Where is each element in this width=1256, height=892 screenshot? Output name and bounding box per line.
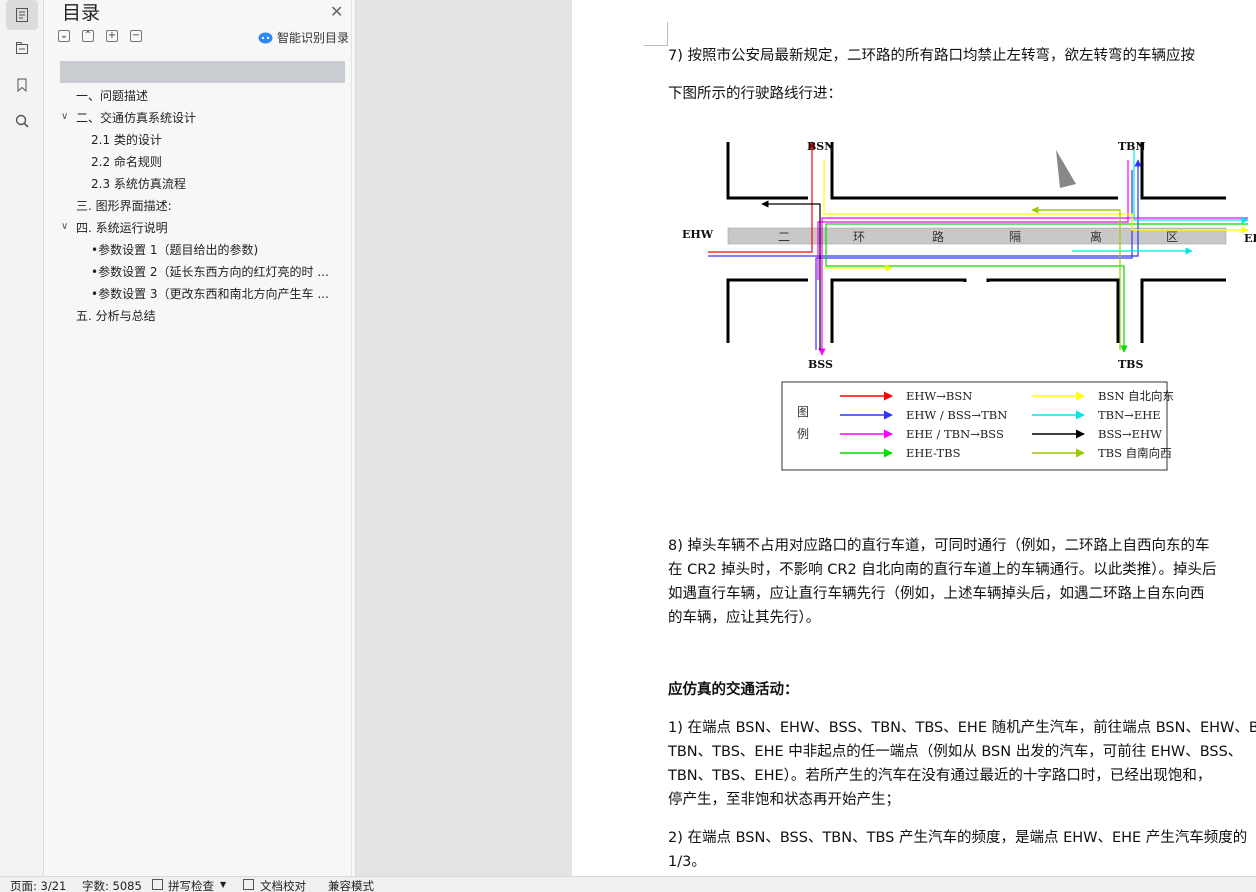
- divider-char: 离: [1090, 229, 1102, 244]
- expand-up-icon[interactable]: ⌃: [82, 30, 94, 42]
- toc-item[interactable]: •参数设置 3（更改东西和南北方向产生车 ...: [91, 285, 329, 302]
- checkbox-checked-icon[interactable]: [152, 879, 163, 890]
- section-heading: 应仿真的交通活动：: [668, 682, 799, 698]
- collapse-all-icon[interactable]: ⌄: [58, 30, 70, 42]
- doc-paragraph: 下图所示的行驶路线行进：: [668, 86, 842, 102]
- toc-item[interactable]: 四. 系统运行说明: [76, 219, 168, 236]
- toc-item[interactable]: 2.2 命名规则: [91, 153, 162, 170]
- status-bar: 页面: 3/21 字数: 5085 拼写检查 ▼ 文档校对 兼容模式: [0, 876, 1256, 892]
- doc-paragraph: 在 CR2 掉头时，不影响 CR2 自北向南的直行车道上的车辆通行。以此类推）。…: [668, 562, 1217, 578]
- document-outline-icon[interactable]: [6, 0, 38, 30]
- structure-tree-icon[interactable]: [6, 33, 38, 63]
- endpoint-label: BSS: [808, 358, 833, 371]
- document-page[interactable]: 7) 按照市公安局最新规定，二环路的所有路口均禁止左转弯，欲左转弯的车辆应按 下…: [572, 0, 1256, 876]
- toc-panel-body: 目录 ✕ ⌄ ⌃ + − 智能识别目录 一、问题描述 ∨ 二、交通仿真系统设计 …: [48, 0, 352, 876]
- legend-label: EHE-TBS: [906, 446, 961, 460]
- search-icon[interactable]: [6, 106, 38, 136]
- legend-title: 图: [797, 405, 809, 419]
- legend-label: TBS 自南向西: [1098, 446, 1172, 460]
- workspace-background: [356, 0, 572, 876]
- divider-char: 隔: [1009, 230, 1021, 244]
- divider-char: 路: [932, 229, 944, 244]
- traffic-route-figure: 二 环 路 隔 离 区 BSN TBN EHW E BSS TBS 图 例 EH…: [682, 140, 1256, 471]
- toc-title: 目录: [62, 2, 101, 24]
- word-count[interactable]: 字数: 5085: [82, 878, 142, 892]
- side-icon-rail: [0, 0, 44, 876]
- ai-assistant-icon: [258, 32, 273, 43]
- spell-check-toggle[interactable]: 拼写检查: [168, 878, 214, 892]
- doc-paragraph: 2) 在端点 BSN、BSS、TBN、TBS 产生汽车的频度，是端点 EHW、E…: [668, 830, 1248, 846]
- toc-item[interactable]: 五. 分析与总结: [76, 307, 156, 324]
- toc-panel: 目录 ✕ ⌄ ⌃ + − 智能识别目录 一、问题描述 ∨ 二、交通仿真系统设计 …: [44, 0, 356, 876]
- compat-mode-label: 兼容模式: [328, 879, 374, 892]
- legend-label: EHW / BSS→TBN: [906, 408, 1007, 422]
- endpoint-label: BSN: [807, 140, 834, 153]
- chevron-down-icon[interactable]: ∨: [61, 221, 68, 232]
- doc-paragraph: 如遇直行车辆，应让直行车辆先行（例如，上述车辆掉头后，如遇二环路上自东向西: [668, 586, 1205, 602]
- proofread-toggle[interactable]: 文档校对: [260, 878, 306, 892]
- close-icon[interactable]: ✕: [330, 2, 343, 21]
- doc-paragraph: 的车辆，应让其先行）。: [668, 610, 821, 626]
- endpoint-label: TBN: [1118, 140, 1146, 153]
- doc-paragraph: TBN、TBS、EHE）。若所产生的汽车在没有通过最近的十字路口时，已经出现饱和…: [668, 768, 1212, 784]
- divider-char: 环: [853, 230, 865, 244]
- doc-paragraph: 7) 按照市公安局最新规定，二环路的所有路口均禁止左转弯，欲左转弯的车辆应按: [668, 48, 1195, 64]
- toc-item[interactable]: 三. 图形界面描述:: [76, 197, 172, 214]
- toc-item[interactable]: 2.1 类的设计: [91, 131, 162, 148]
- smart-toc-button[interactable]: 智能识别目录: [258, 29, 349, 46]
- legend-label: TBN→EHE: [1098, 408, 1161, 422]
- legend-title: 例: [797, 427, 809, 441]
- doc-paragraph: TBN、TBS、EHE 中非起点的任一端点（例如从 BSN 出发的汽车，可前往 …: [668, 744, 1243, 760]
- doc-paragraph: 停产生，至非饱和状态再开始产生；: [668, 792, 900, 808]
- word-processor-window: 目录 ✕ ⌄ ⌃ + − 智能识别目录 一、问题描述 ∨ 二、交通仿真系统设计 …: [0, 0, 1256, 892]
- divider-char: 二: [778, 230, 790, 244]
- toc-item[interactable]: 2.3 系统仿真流程: [91, 175, 186, 192]
- legend-label: EHW→BSN: [906, 389, 972, 403]
- toc-item[interactable]: •参数设置 1（题目给出的参数): [91, 241, 258, 258]
- margin-corner-mark: [644, 22, 668, 46]
- smart-toc-label: 智能识别目录: [277, 31, 350, 45]
- legend-label: BSN 自北向东: [1098, 389, 1174, 403]
- legend-label: BSS→EHW: [1098, 427, 1162, 441]
- toc-selected-row[interactable]: [60, 61, 345, 83]
- add-level-icon[interactable]: +: [106, 30, 118, 42]
- toc-item[interactable]: 二、交通仿真系统设计: [76, 109, 196, 126]
- endpoint-label: EH: [1244, 232, 1256, 245]
- toc-item[interactable]: 一、问题描述: [76, 87, 148, 104]
- doc-paragraph: 1/3。: [668, 854, 706, 870]
- direction-marker: [1056, 150, 1076, 188]
- bookmark-icon[interactable]: [6, 70, 38, 100]
- doc-paragraph: 8) 掉头车辆不占用对应路口的直行车道，可同时通行（例如，二环路上自西向东的车: [668, 538, 1210, 554]
- divider-char: 区: [1166, 230, 1178, 244]
- remove-level-icon[interactable]: −: [130, 30, 142, 42]
- toc-item[interactable]: •参数设置 2（延长东西方向的红灯亮的时 ...: [91, 263, 329, 280]
- checkbox-x-icon[interactable]: [243, 879, 254, 890]
- page-indicator[interactable]: 页面: 3/21: [10, 878, 66, 892]
- chevron-down-icon[interactable]: ∨: [61, 111, 68, 122]
- endpoint-label: EHW: [682, 228, 714, 241]
- doc-paragraph: 1) 在端点 BSN、EHW、BSS、TBN、TBS、EHE 随机产生汽车，前往…: [668, 720, 1256, 736]
- legend-label: EHE / TBN→BSS: [906, 427, 1004, 441]
- dropdown-caret-icon[interactable]: ▼: [220, 880, 226, 889]
- endpoint-label: TBS: [1118, 358, 1143, 371]
